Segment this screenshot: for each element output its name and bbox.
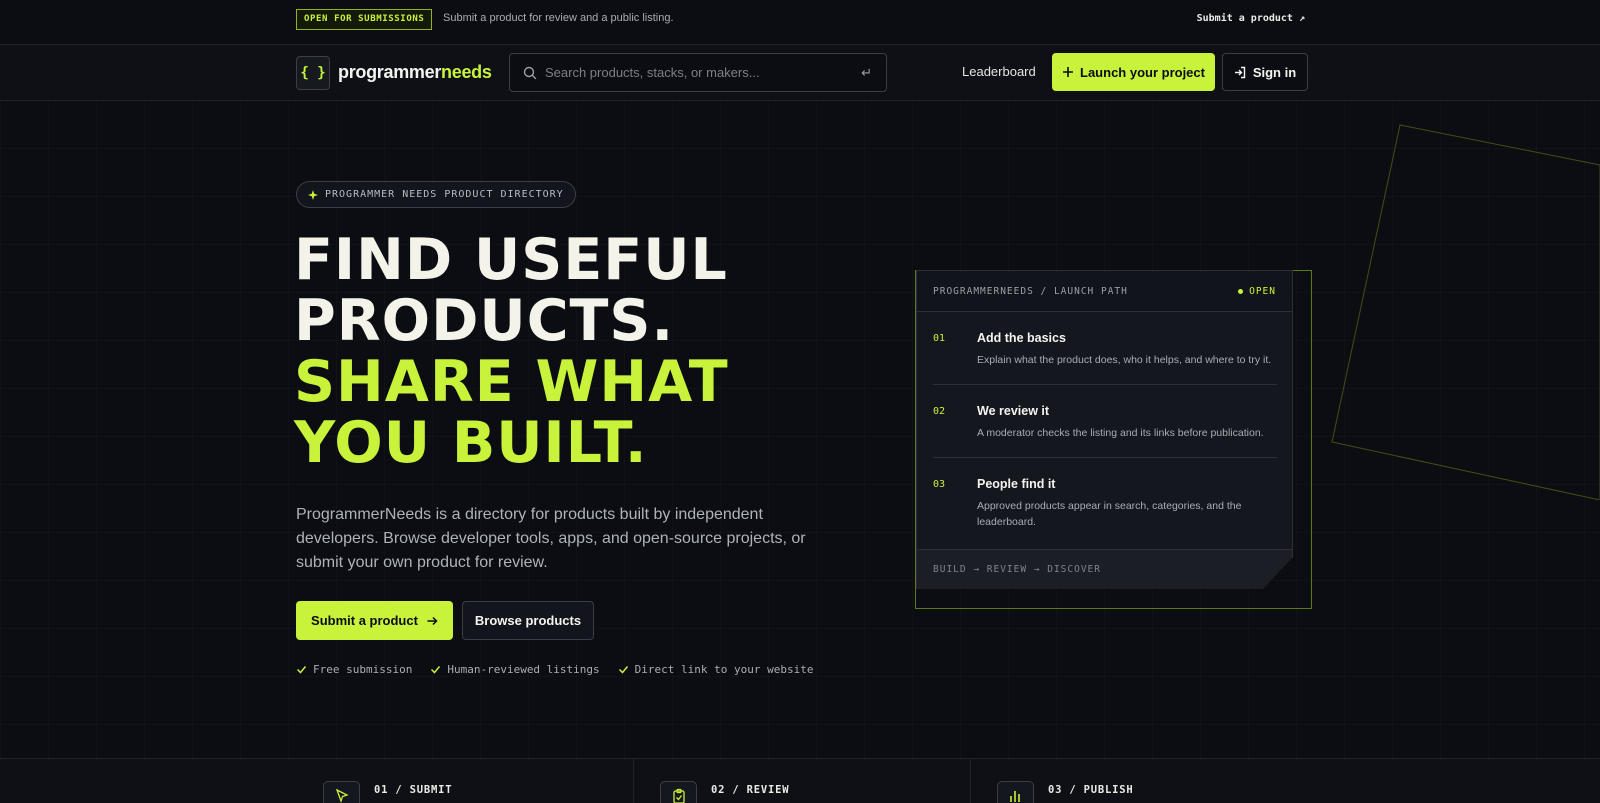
announcement-message: Submit a product for review and a public… bbox=[443, 12, 674, 24]
card-footer: BUILD → REVIEW → DISCOVER bbox=[917, 549, 1292, 589]
strip-label: 01 / SUBMIT bbox=[374, 784, 453, 796]
arrow-right-icon bbox=[427, 616, 438, 625]
check-item: Direct link to your website bbox=[618, 663, 814, 676]
submissions-badge: OPEN FOR SUBMISSIONS bbox=[296, 9, 433, 30]
card-header: PROGRAMMERNEEDS / LAUNCH PATH OPEN bbox=[917, 271, 1292, 312]
step-title: Add the basics bbox=[977, 331, 1066, 345]
browse-products-button[interactable]: Browse products bbox=[462, 601, 594, 640]
logo-part-needs: needs bbox=[441, 62, 492, 82]
step-description: Approved products appear in search, cate… bbox=[977, 500, 1242, 528]
nav-leaderboard[interactable]: Leaderboard bbox=[962, 64, 1036, 79]
step-description: Explain what the product does, who it he… bbox=[977, 354, 1272, 366]
status-badge: OPEN bbox=[1238, 286, 1276, 297]
check-label: Direct link to your website bbox=[634, 663, 814, 676]
hero-headline: FIND USEFUL PRODUCTS. SHARE WHAT YOU BUI… bbox=[294, 230, 729, 474]
launch-project-label: Launch your project bbox=[1080, 64, 1205, 80]
announcement-bar: OPEN FOR SUBMISSIONS Submit a product fo… bbox=[0, 0, 1600, 45]
strip-label: 02 / REVIEW bbox=[711, 784, 790, 796]
check-item: Free submission bbox=[296, 663, 412, 676]
step-number: 01 bbox=[933, 333, 946, 344]
check-icon bbox=[618, 666, 628, 674]
submit-product-link[interactable]: Submit a product ↗ bbox=[1197, 13, 1305, 24]
headline-line-1: FIND USEFUL bbox=[294, 227, 728, 293]
directory-pill-label: PROGRAMMER NEEDS PRODUCT DIRECTORY bbox=[325, 189, 564, 200]
submit-product-button[interactable]: Submit a product bbox=[296, 601, 453, 640]
submit-product-label: Submit a product bbox=[311, 613, 418, 628]
sign-in-icon bbox=[1234, 66, 1246, 78]
search-bar[interactable]: ↵ bbox=[509, 53, 887, 92]
sign-in-button[interactable]: Sign in bbox=[1222, 53, 1308, 91]
step-divider bbox=[933, 384, 1277, 385]
strip-divider bbox=[970, 759, 971, 803]
headline-line-2: PRODUCTS. bbox=[294, 288, 675, 354]
step-divider bbox=[933, 457, 1277, 458]
strip-divider bbox=[633, 759, 634, 803]
status-dot-icon bbox=[1238, 289, 1244, 294]
decorative-rotated-frame bbox=[1331, 124, 1600, 500]
card-title: PROGRAMMERNEEDS / LAUNCH PATH bbox=[933, 286, 1128, 297]
search-icon bbox=[523, 66, 537, 80]
check-icon bbox=[296, 666, 307, 674]
launch-path-card: PROGRAMMERNEEDS / LAUNCH PATH OPEN 01 Ad… bbox=[916, 270, 1293, 589]
hero-checklist: Free submission Human-reviewed listings … bbox=[296, 663, 813, 676]
card-footer-label: BUILD → REVIEW → DISCOVER bbox=[933, 564, 1101, 575]
strip-label: 03 / PUBLISH bbox=[1048, 784, 1134, 796]
status-label: OPEN bbox=[1249, 286, 1276, 297]
sign-in-label: Sign in bbox=[1252, 64, 1297, 80]
strip-icon-box bbox=[323, 781, 360, 803]
logo-wordmark[interactable]: programmerneeds bbox=[338, 62, 492, 83]
browse-products-label: Browse products bbox=[474, 613, 582, 628]
sparkle-icon bbox=[308, 189, 318, 200]
step-title: We review it bbox=[977, 404, 1050, 418]
check-icon bbox=[431, 666, 441, 674]
bar-chart-icon bbox=[1009, 791, 1020, 802]
strip-icon-box bbox=[997, 781, 1034, 803]
step-description: A moderator checks the listing and its l… bbox=[977, 427, 1264, 439]
hero-description: ProgrammerNeeds is a directory for produ… bbox=[296, 506, 806, 571]
strip-icon-box bbox=[660, 781, 697, 803]
logo-part-programmer: programmer bbox=[338, 62, 442, 82]
launch-project-button[interactable]: Launch your project bbox=[1052, 53, 1215, 91]
check-item: Human-reviewed listings bbox=[430, 663, 600, 676]
enter-key-icon: ↵ bbox=[861, 65, 872, 80]
logo-icon[interactable]: { } bbox=[296, 56, 330, 90]
plus-icon bbox=[1063, 67, 1074, 77]
check-label: Free submission bbox=[313, 663, 413, 676]
step-number: 02 bbox=[933, 406, 946, 417]
step-title: People find it bbox=[977, 477, 1056, 491]
check-label: Human-reviewed listings bbox=[447, 663, 600, 676]
site-header: { } programmerneeds ↵ Leaderboard Launch… bbox=[0, 45, 1600, 101]
steps-strip: 01 / SUBMIT 02 / REVIEW 03 / PUBLISH bbox=[0, 758, 1600, 803]
headline-line-3: SHARE WHAT bbox=[294, 349, 729, 415]
step-number: 03 bbox=[933, 479, 946, 490]
directory-pill: PROGRAMMER NEEDS PRODUCT DIRECTORY bbox=[296, 181, 576, 208]
clipboard-check-icon bbox=[672, 788, 685, 803]
search-input[interactable] bbox=[545, 54, 845, 91]
cursor-icon bbox=[335, 788, 349, 803]
headline-line-4: YOU BUILT. bbox=[294, 410, 648, 476]
